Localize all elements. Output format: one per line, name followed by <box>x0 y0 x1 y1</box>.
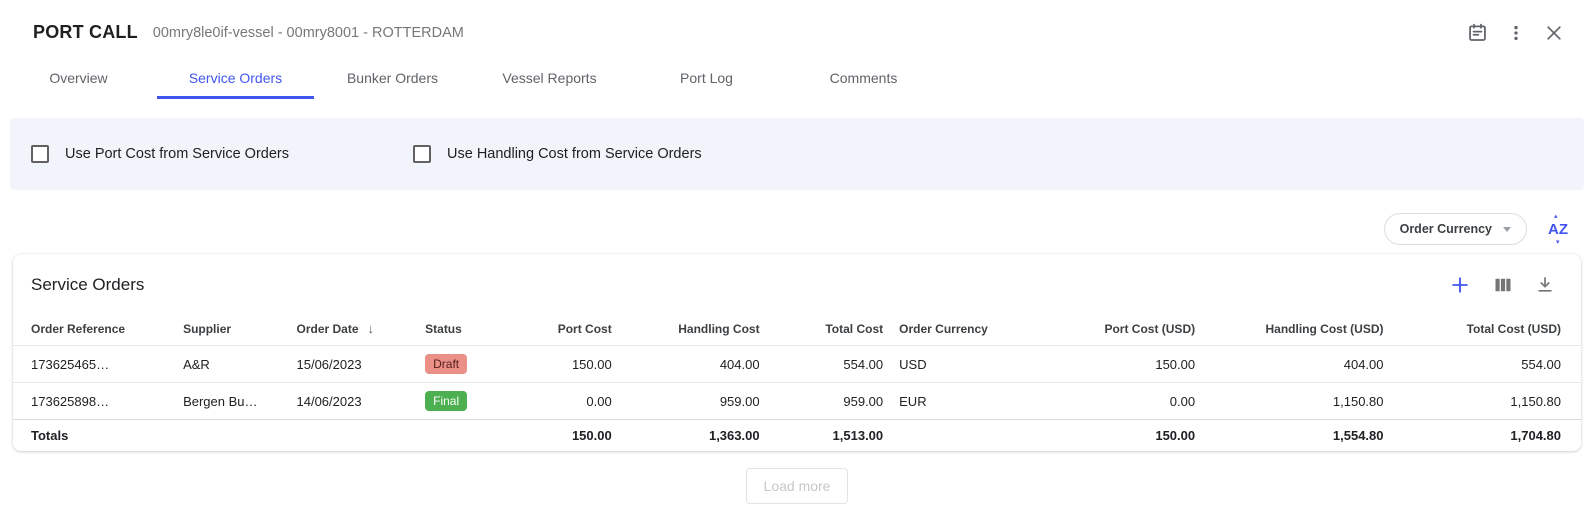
load-more-button[interactable]: Load more <box>746 468 849 504</box>
column-header-order_reference[interactable]: Order Reference <box>13 311 175 346</box>
table-row[interactable]: 173625465…A&R15/06/2023Draft150.00404.00… <box>13 346 1581 383</box>
column-header-status[interactable]: Status <box>417 311 508 346</box>
port_cost_usd-cell: 150.00 <box>1011 346 1203 383</box>
checkbox-use-handling-cost-from-service-orders[interactable]: Use Handling Cost from Service Orders <box>413 145 702 163</box>
checkbox-label: Use Port Cost from Service Orders <box>65 146 289 162</box>
kebab-menu-icon[interactable] <box>1502 19 1530 47</box>
total_cost-cell: 554.00 <box>768 346 892 383</box>
supplier-cell: A&R <box>175 346 288 383</box>
sort-desc-icon: ↓ <box>368 321 375 336</box>
totals-supplier-cell <box>175 420 288 452</box>
total_cost-cell: 959.00 <box>768 383 892 420</box>
column-header-label: Handling Cost <box>678 322 759 336</box>
column-header-supplier[interactable]: Supplier <box>175 311 288 346</box>
checkbox-icon[interactable] <box>31 145 49 163</box>
handling_cost_usd-cell: 404.00 <box>1203 346 1391 383</box>
tab-comments[interactable]: Comments <box>785 60 942 99</box>
total_cost_usd-cell: 1,150.80 <box>1392 383 1582 420</box>
column-header-port_cost_usd[interactable]: Port Cost (USD) <box>1011 311 1203 346</box>
column-header-total_cost_usd[interactable]: Total Cost (USD) <box>1392 311 1582 346</box>
column-header-port_cost[interactable]: Port Cost <box>508 311 619 346</box>
tab-service-orders[interactable]: Service Orders <box>157 60 314 99</box>
table-body: 173625465…A&R15/06/2023Draft150.00404.00… <box>13 346 1581 452</box>
port_cost_usd-cell: 0.00 <box>1011 383 1203 420</box>
table-header-row: Order Reference Supplier Order Date ↓ Status… <box>13 311 1581 346</box>
order_reference-cell: 173625465… <box>13 346 175 383</box>
column-header-label: Port Cost (USD) <box>1104 322 1195 336</box>
totals-port_cost_usd-cell: 150.00 <box>1011 420 1203 452</box>
column-header-handling_cost[interactable]: Handling Cost <box>620 311 768 346</box>
order_reference-cell: 173625898… <box>13 383 175 420</box>
handling_cost-cell: 404.00 <box>620 346 768 383</box>
service-orders-table: Order Reference Supplier Order Date ↓ Status… <box>13 311 1581 451</box>
column-header-label: Total Cost (USD) <box>1467 322 1561 336</box>
column-header-handling_cost_usd[interactable]: Handling Cost (USD) <box>1203 311 1391 346</box>
totals-total_cost_usd-cell: 1,704.80 <box>1392 420 1582 452</box>
column-header-label: Order Currency <box>899 322 988 336</box>
add-service-order-icon[interactable] <box>1445 270 1475 300</box>
column-header-total_cost[interactable]: Total Cost <box>768 311 892 346</box>
checkbox-use-port-cost-from-service-orders[interactable]: Use Port Cost from Service Orders <box>31 145 413 163</box>
totals-row: Totals150.001,363.001,513.00150.001,554.… <box>13 420 1581 452</box>
column-header-order_date[interactable]: Order Date ↓ <box>289 311 418 346</box>
totals-handling_cost_usd-cell: 1,554.80 <box>1203 420 1391 452</box>
order_date-cell: 15/06/2023 <box>289 346 418 383</box>
column-header-label: Port Cost <box>558 322 612 336</box>
tab-overview[interactable]: Overview <box>0 60 157 99</box>
chevron-down-icon <box>1503 227 1511 232</box>
checkbox-icon[interactable] <box>413 145 431 163</box>
calendar-icon[interactable] <box>1463 18 1492 47</box>
totals-order_reference-cell: Totals <box>13 420 175 452</box>
totals-total_cost-cell: 1,513.00 <box>768 420 892 452</box>
sort-alphabetical-icon[interactable]: AZ <box>1547 220 1569 239</box>
column-header-label: Total Cost <box>825 322 883 336</box>
totals-port_cost-cell: 150.00 <box>508 420 619 452</box>
port-call-subtitle: 00mry8le0if-vessel - 00mry8001 - ROTTERD… <box>153 25 464 41</box>
close-icon[interactable] <box>1540 19 1568 47</box>
totals-order_date-cell <box>289 420 418 452</box>
tab-bunker-orders[interactable]: Bunker Orders <box>314 60 471 99</box>
totals-status-cell <box>417 420 508 452</box>
supplier-cell: Bergen Bu… <box>175 383 288 420</box>
status-cell: Final <box>417 383 508 420</box>
download-icon[interactable] <box>1531 271 1559 299</box>
order_currency-cell: USD <box>891 346 1011 383</box>
window-header: PORT CALL 00mry8le0if-vessel - 00mry8001… <box>0 0 1594 47</box>
tab-bar: OverviewService OrdersBunker OrdersVesse… <box>0 60 1594 99</box>
page-title: PORT CALL <box>33 22 138 43</box>
status-badge: Final <box>425 391 467 411</box>
tab-port-log[interactable]: Port Log <box>628 60 785 99</box>
table-row[interactable]: 173625898…Bergen Bu…14/06/2023Final0.009… <box>13 383 1581 420</box>
group-by-order-currency-dropdown[interactable]: Order Currency <box>1384 213 1527 245</box>
column-header-label: Status <box>425 322 462 336</box>
totals-handling_cost-cell: 1,363.00 <box>620 420 768 452</box>
column-header-label: Supplier <box>183 322 231 336</box>
handling_cost_usd-cell: 1,150.80 <box>1203 383 1391 420</box>
column-header-order_currency[interactable]: Order Currency <box>891 311 1011 346</box>
handling_cost-cell: 959.00 <box>620 383 768 420</box>
tab-vessel-reports[interactable]: Vessel Reports <box>471 60 628 99</box>
order_currency-cell: EUR <box>891 383 1011 420</box>
filter-panel: Use Port Cost from Service Orders Use Han… <box>10 118 1584 190</box>
order_date-cell: 14/06/2023 <box>289 383 418 420</box>
port_cost-cell: 150.00 <box>508 346 619 383</box>
checkbox-label: Use Handling Cost from Service Orders <box>447 146 702 162</box>
toolbar: Order Currency AZ <box>13 213 1581 245</box>
card-title: Service Orders <box>31 275 144 295</box>
column-header-label: Order Date <box>297 322 359 336</box>
totals-order_currency-cell <box>891 420 1011 452</box>
header-actions <box>1463 18 1568 47</box>
total_cost_usd-cell: 554.00 <box>1392 346 1582 383</box>
port_cost-cell: 0.00 <box>508 383 619 420</box>
column-header-label: Order Reference <box>31 322 125 336</box>
status-badge: Draft <box>425 354 467 374</box>
column-header-label: Handling Cost (USD) <box>1266 322 1384 336</box>
status-cell: Draft <box>417 346 508 383</box>
card-header: Service Orders <box>13 254 1581 311</box>
service-orders-card: Service Orders <box>13 254 1581 451</box>
pagination: Load more <box>0 468 1594 504</box>
columns-icon[interactable] <box>1489 271 1517 299</box>
group-by-label: Order Currency <box>1400 222 1492 236</box>
card-actions <box>1445 270 1559 300</box>
